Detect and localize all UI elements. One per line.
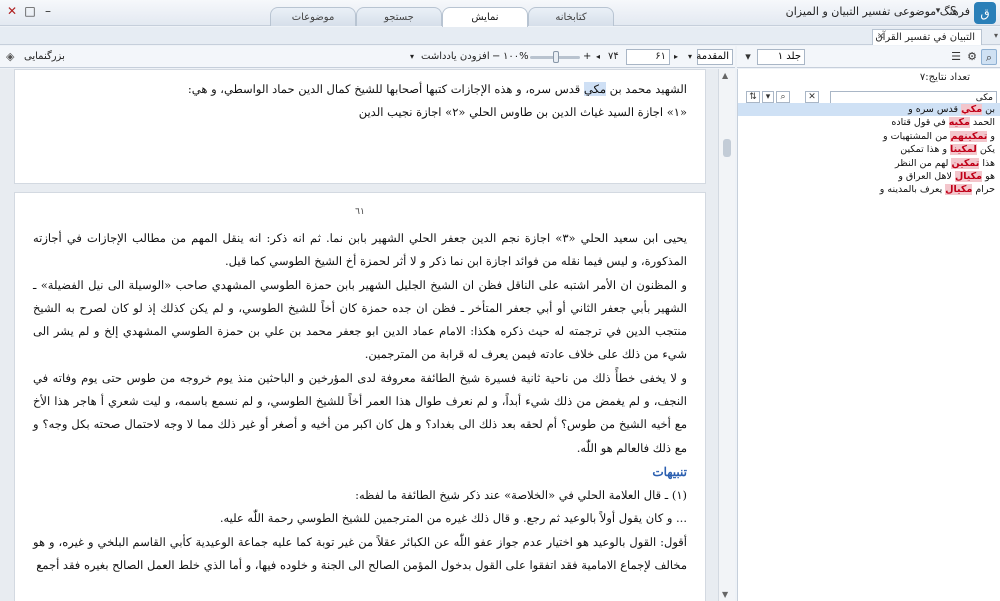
document-page: الشهيد محمد بن مكي قدس سره، و هذه الإجاز… [14,69,706,184]
previous-page-icon[interactable]: ▸ [674,50,678,64]
close-icon[interactable]: ✕ [4,3,20,19]
caret-down-icon[interactable]: ▾ [762,91,774,103]
paragraph: (١) ـ قال العلامة الحلي في «الخلاصة» عند… [355,487,687,502]
list-icon[interactable]: ☰ [948,49,964,65]
app-logo-icon: ق [974,2,996,24]
results-list: بن مكي قدس سره و الحمد مكيه في قول قتاده… [738,103,1000,197]
minimize-icon[interactable]: – [40,3,56,19]
paragraph: يحيى ابن سعيد الحلي «٣» اجازة نجم الدين … [33,231,687,269]
caret-down-icon[interactable]: ▾ [740,49,756,65]
zoom-slider-handle[interactable] [553,51,559,63]
list-item[interactable]: بن مكي قدس سره و [738,103,1000,117]
paragraph: أقول: القول بالوعيد هو اختيار عدم جواز ع… [33,534,687,572]
section-dropdown-caret[interactable]: ▾ [688,50,692,64]
paragraph: و المظنون ان الأمر اشتبه على الناقل فظن … [33,277,687,362]
maximize-icon[interactable]: □ [22,3,38,19]
list-item[interactable]: الحمد مكيه في قول قتاده [738,116,1000,129]
paragraph: و لا يخفى خطأً ذلك من ناحية ثانية فسيرة … [33,370,687,455]
reader-toolbar: ◈ بزرگنمایی ▾ افزودن یادداشت − ۱۰۰% + ◂ … [0,46,735,68]
add-note-button[interactable]: افزودن یادداشت [421,50,490,64]
list-item[interactable]: و تمكينهم من المشتهيات و [738,130,1000,143]
zoom-value: ۱۰۰% [503,51,529,62]
zoom-label[interactable]: بزرگنمایی [24,50,65,64]
page-number: ٦١ [355,207,365,217]
list-item[interactable]: يكن لمكينا و هذا تمكين [738,143,1000,156]
document-page: ٦١ يحيى ابن سعيد الحلي «٣» اجازة نجم الد… [14,192,706,601]
page-total: ۷۴ [608,51,619,62]
scroll-up-icon[interactable]: ▲ [722,71,728,80]
tab-list-icon[interactable]: ▾ [994,31,998,40]
tab-library[interactable]: کتابخانه [528,7,614,26]
list-item[interactable]: هذا تمكين لهم من النظر [738,157,1000,170]
scrollbar-thumb[interactable] [723,139,731,157]
results-toolbar: ▾ جلد ۱ ☰ ⚙ ⌕ [737,46,1000,68]
zoom-out-button[interactable]: − [492,50,500,64]
scroll-down-icon[interactable]: ▼ [722,590,728,599]
section-select[interactable]: المقدمة [696,49,733,65]
title-bar: ✕ □ – موضوعات جستجو نمایش کتابخانه ؟ ▾ ف… [0,0,1000,27]
paragraph: الشهيد محمد بن مكي قدس سره، و هذه الإجاز… [187,82,687,96]
tab-topics[interactable]: موضوعات [270,7,356,26]
list-item[interactable]: هو مكيال لاهل العراق و [738,170,1000,183]
page-number-input[interactable]: ۶۱ [626,49,670,65]
sort-icon[interactable]: ⇅ [746,91,760,103]
section-heading: تنبيهات [652,464,687,479]
caret-down-icon[interactable]: ▾ [410,50,414,64]
app-title: فرهنگ موضوعی تفسیر التبیان و المیزان [785,5,970,18]
paragraph: «١» اجازة السيد غياث الدين بن طاوس الحلي… [358,105,687,120]
layers-icon[interactable]: ◈ [6,50,14,64]
zoom-in-button[interactable]: + [583,50,591,64]
search-highlight: مكي [583,82,607,96]
search-results-panel: تعداد نتایج:۷ مکی ✕ ⌕ ▾ ⇅ بن مكي قدس سره… [737,69,1000,601]
result-count: تعداد نتایج:۷ [919,72,970,83]
document-scrollbar[interactable]: ▲ ▼ [718,69,735,601]
list-item[interactable]: حرام مكيال يعرف بالمدينه و [738,183,1000,196]
document-tab[interactable]: التبيان في تفسير القرآن ✕ [872,29,982,45]
clear-icon[interactable]: ✕ [805,91,819,103]
document-tab-label: التبيان في تفسير القرآن [875,32,975,43]
app-window: ✕ □ – موضوعات جستجو نمایش کتابخانه ؟ ▾ ف… [0,0,1000,601]
gear-icon[interactable]: ⚙ [964,49,980,65]
search-icon[interactable]: ⌕ [776,91,790,103]
search-icon[interactable]: ⌕ [981,49,997,65]
close-tab-icon[interactable]: ✕ [877,30,885,45]
paragraph: ... و كان يقول أولاً بالوعيد ثم رجع. و ق… [219,511,687,526]
next-page-icon[interactable]: ◂ [596,50,600,64]
tab-search[interactable]: جستجو [356,7,442,26]
tab-display[interactable]: نمایش [442,7,528,27]
document-view: الشهيد محمد بن مكي قدس سره، و هذه الإجاز… [0,69,735,601]
document-tab-strip: التبيان في تفسير القرآن ✕ ▾ [0,27,1000,45]
volume-select[interactable]: جلد ۱ [757,49,805,65]
